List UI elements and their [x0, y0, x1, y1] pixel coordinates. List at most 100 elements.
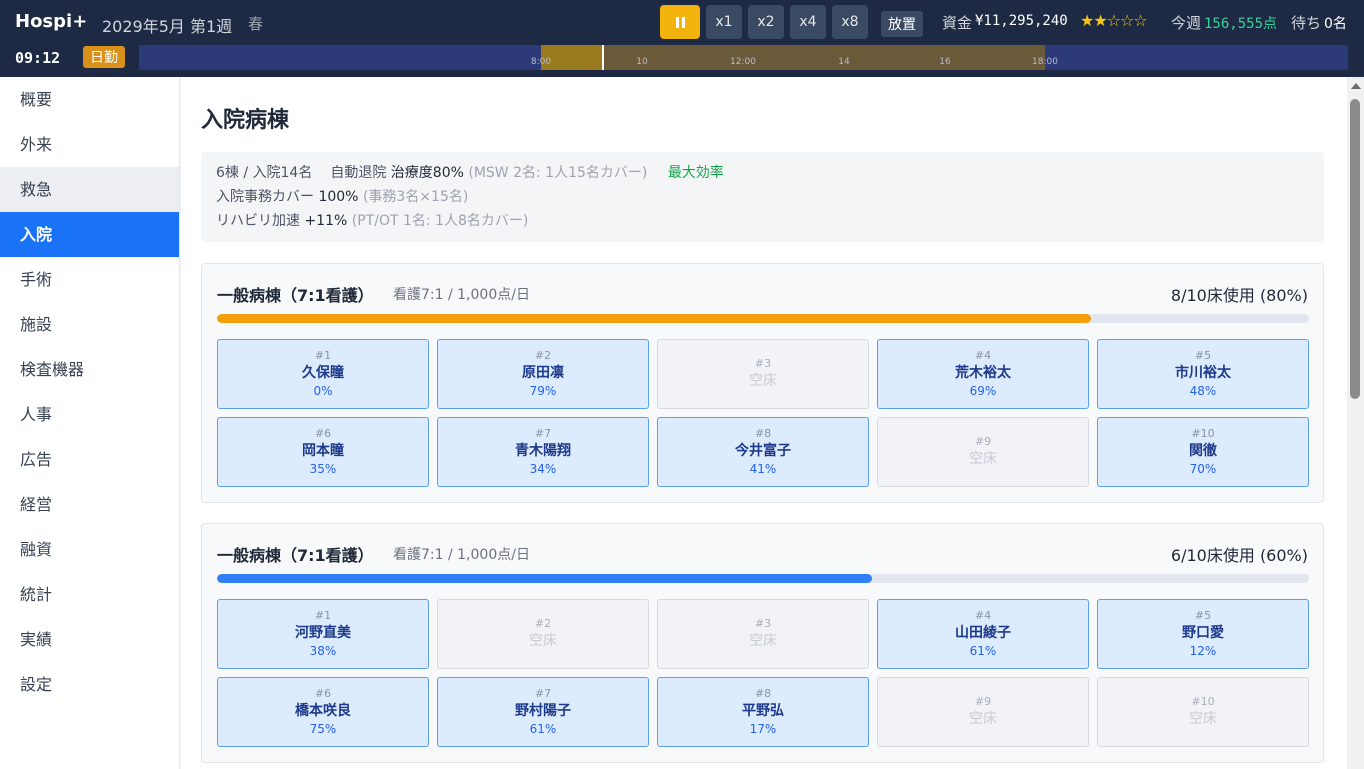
bed-number: #9	[974, 435, 992, 448]
top-header: Hospi+ 2029年5月 第1週 春 x1 x2 x4 x8 放置 資金 ¥…	[0, 0, 1364, 77]
bed-empty-label: 空床	[969, 451, 997, 467]
header-row-time: 09:12 日勤 8:00 10 12:00 14 16 18:00	[0, 44, 1364, 77]
ward-summary-panel: 6棟 / 入院14名 自動退院 治療度80% (MSW 2名: 1人15名カバー)…	[201, 152, 1324, 242]
treatment-progress: 0%	[313, 384, 333, 398]
bed-empty[interactable]: #2 空床	[437, 599, 649, 669]
pause-button[interactable]	[660, 5, 700, 39]
speed-x4-button[interactable]: x4	[790, 5, 826, 39]
bed-empty[interactable]: #3 空床	[657, 599, 869, 669]
ward-usage: 6/10床使用 (60%)	[1170, 546, 1308, 565]
waiting-value: 0名	[1324, 16, 1347, 32]
bed-occupied[interactable]: #1 河野直美 38%	[217, 599, 429, 669]
bed-number: #1	[314, 349, 332, 362]
sidebar-item-inpatient[interactable]: 入院	[0, 212, 179, 257]
bed-occupied[interactable]: #4 山田綾子 61%	[877, 599, 1089, 669]
idle-mode-button[interactable]: 放置	[881, 11, 923, 37]
patient-name: 久保瞳	[302, 365, 344, 381]
sidebar-item-statistics[interactable]: 統計	[0, 572, 179, 617]
bed-occupied[interactable]: #7 野村陽子 61%	[437, 677, 649, 747]
bed-occupied[interactable]: #4 荒木裕太 69%	[877, 339, 1089, 409]
ward-subtitle: 看護7:1 / 1,000点/日	[393, 547, 530, 563]
treatment-progress: 12%	[1189, 644, 1217, 658]
bed-occupied[interactable]: #6 橋本咲良 75%	[217, 677, 429, 747]
bed-empty[interactable]: #10 空床	[1097, 677, 1309, 747]
sidebar-item-achievements[interactable]: 実績	[0, 617, 179, 662]
sidebar-item-surgery[interactable]: 手術	[0, 257, 179, 302]
scroll-thumb[interactable]	[1350, 99, 1360, 399]
bed-occupied[interactable]: #5 市川裕太 48%	[1097, 339, 1309, 409]
app-logo: Hospi+	[15, 11, 88, 32]
bed-occupied[interactable]: #7 青木陽翔 34%	[437, 417, 649, 487]
speed-x2-button[interactable]: x2	[748, 5, 784, 39]
bed-number: #7	[534, 427, 552, 440]
bed-occupied[interactable]: #1 久保瞳 0%	[217, 339, 429, 409]
funds-value: ¥11,295,240	[975, 13, 1068, 29]
week-points-label: 今週	[1171, 14, 1202, 32]
bed-number: #10	[1191, 695, 1215, 708]
bed-number: #6	[314, 687, 332, 700]
speed-controls: x1 x2 x4 x8	[660, 5, 868, 39]
bed-number: #2	[534, 617, 552, 630]
main-scrollbar[interactable]	[1347, 77, 1364, 769]
bed-grid: #1 久保瞳 0% #2 原田凛 79% #3 空床 #4 荒木裕太 69% #5 市川裕太 48% #6 岡…	[217, 339, 1309, 487]
ward-card: 一般病棟（7:1看護） 看護7:1 / 1,000点/日 6/10床使用 (60…	[201, 523, 1324, 763]
bed-number: #4	[974, 609, 992, 622]
sidebar-item-emergency[interactable]: 救急	[0, 167, 179, 212]
sidebar-item-settings[interactable]: 設定	[0, 662, 179, 707]
sidebar-item-facilities[interactable]: 施設	[0, 302, 179, 347]
bed-number: #5	[1194, 609, 1212, 622]
funds-label: 資金	[942, 14, 973, 32]
bed-grid: #1 河野直美 38% #2 空床 #3 空床 #4 山田綾子 61% #5 野口愛 12% #6 橋本咲良…	[217, 599, 1309, 747]
timeline-tick: 14	[838, 57, 850, 67]
summary-rehab-label: リハビリ加速	[216, 213, 300, 229]
sidebar-item-advertising[interactable]: 広告	[0, 437, 179, 482]
summary-ward-count: 6棟 / 入院14名	[216, 165, 313, 181]
sidebar-item-equipment[interactable]: 検査機器	[0, 347, 179, 392]
bed-empty[interactable]: #3 空床	[657, 339, 869, 409]
bed-empty[interactable]: #9 空床	[877, 677, 1089, 747]
speed-x1-button[interactable]: x1	[706, 5, 742, 39]
ward-occupancy-bar	[217, 574, 1309, 583]
bed-empty-label: 空床	[529, 633, 557, 649]
bed-number: #3	[754, 617, 772, 630]
treatment-progress: 35%	[309, 462, 337, 476]
bed-number: #2	[534, 349, 552, 362]
bed-occupied[interactable]: #6 岡本瞳 35%	[217, 417, 429, 487]
ward-title: 一般病棟（7:1看護）	[217, 286, 374, 305]
patient-name: 野口愛	[1182, 625, 1224, 641]
game-date: 2029年5月 第1週	[102, 17, 233, 36]
ward-occupancy-fill	[217, 574, 873, 583]
patient-name: 橋本咲良	[295, 703, 351, 719]
bed-occupied[interactable]: #5 野口愛 12%	[1097, 599, 1309, 669]
ward-occupancy-fill	[217, 314, 1091, 323]
summary-line-1: 6棟 / 入院14名 自動退院 治療度80% (MSW 2名: 1人15名カバー)…	[216, 161, 1309, 185]
patient-name: 荒木裕太	[955, 365, 1011, 381]
sidebar-item-loans[interactable]: 融資	[0, 527, 179, 572]
sidebar-item-outpatient[interactable]: 外来	[0, 122, 179, 167]
ward-card: 一般病棟（7:1看護） 看護7:1 / 1,000点/日 8/10床使用 (80…	[201, 263, 1324, 503]
patient-name: 平野弘	[742, 703, 784, 719]
bed-number: #8	[754, 427, 772, 440]
bed-empty-label: 空床	[969, 711, 997, 727]
sidebar-item-hr[interactable]: 人事	[0, 392, 179, 437]
bed-occupied[interactable]: #2 原田凛 79%	[437, 339, 649, 409]
bed-occupied[interactable]: #8 今井富子 41%	[657, 417, 869, 487]
week-points-value: 156,555点	[1204, 16, 1278, 32]
patient-name: 関徹	[1189, 443, 1217, 459]
bed-number: #8	[754, 687, 772, 700]
bed-number: #5	[1194, 349, 1212, 362]
summary-rehab-value: +11%	[304, 213, 348, 229]
bed-occupied[interactable]: #10 関徹 70%	[1097, 417, 1309, 487]
summary-clerk-label: 入院事務カバー	[216, 189, 314, 205]
timeline-tick: 18:00	[1032, 57, 1058, 67]
sidebar-item-overview[interactable]: 概要	[0, 77, 179, 122]
treatment-progress: 41%	[749, 462, 777, 476]
bed-empty[interactable]: #9 空床	[877, 417, 1089, 487]
timeline-tick: 10	[636, 57, 648, 67]
summary-line-3: リハビリ加速 +11% (PT/OT 1名: 1人8名カバー)	[216, 209, 1309, 233]
speed-x8-button[interactable]: x8	[832, 5, 868, 39]
scroll-up-arrow-icon[interactable]	[1351, 83, 1361, 89]
sidebar-item-management[interactable]: 経営	[0, 482, 179, 527]
bed-occupied[interactable]: #8 平野弘 17%	[657, 677, 869, 747]
treatment-progress: 61%	[529, 722, 557, 736]
